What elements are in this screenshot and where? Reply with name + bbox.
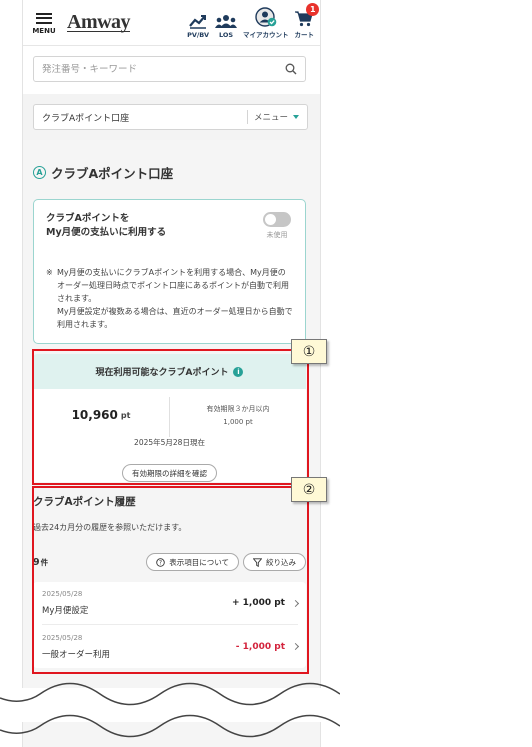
club-a-icon: A: [33, 165, 46, 179]
page-title: A クラブAポイント口座: [33, 140, 306, 188]
submenu-title: クラブAポイント口座: [42, 113, 130, 124]
history-list: 2025/05/28 My月便設定 + 1,000 pt 2025/05/28 …: [33, 582, 306, 668]
display-items-label: 表示項目について: [169, 557, 229, 567]
expiry-label: 有効期限３か月以内: [206, 405, 270, 413]
toggle-knob: [265, 214, 276, 225]
search-area: [23, 46, 320, 94]
payment-note: ※ My月便の支払いにクラブAポイントを利用する場合、My月便のオーダー処理日時…: [46, 266, 293, 331]
phone-screen: MENU Amway PV/BV LOS マイアカウント 1 カート 発注番号・…: [22, 0, 321, 747]
history-name: 一般オーダー利用: [42, 649, 111, 660]
filter-label: 絞り込み: [266, 557, 296, 567]
history-count-value: 9: [33, 556, 40, 568]
cart-button[interactable]: 1 カート: [294, 2, 320, 39]
points-unit: pt: [120, 410, 131, 420]
pvbv-label: PV/BV: [187, 30, 209, 39]
history-count: 9件: [33, 557, 48, 568]
monthly-payment-card: クラブAポイントを My月便の支払いに利用する 未使用 ※ My月便の支払いにク…: [33, 199, 306, 344]
submenu-bar[interactable]: クラブAポイント口座 メニュー: [33, 104, 308, 130]
account-label: マイアカウント: [243, 30, 289, 39]
info-icon[interactable]: i: [233, 366, 244, 377]
filter-icon: [253, 557, 262, 567]
toggle-switch[interactable]: [263, 212, 291, 227]
toggle-status: 未使用: [266, 231, 288, 239]
cart-count-badge: 1: [306, 2, 320, 16]
submenu-dropdown[interactable]: メニュー: [254, 111, 299, 123]
available-points-value: 10,960: [71, 408, 118, 422]
los-button[interactable]: LOS: [215, 9, 237, 39]
history-amount: + 1,000 pt: [231, 598, 285, 608]
app-header: MENU Amway PV/BV LOS マイアカウント 1 カート: [23, 0, 320, 46]
monthly-payment-title-line2: My月便の支払いに利用する: [46, 227, 167, 238]
submenu-divider: [246, 110, 248, 124]
cut-wave-divider: [0, 682, 340, 738]
payment-toggle[interactable]: 未使用: [263, 212, 291, 240]
submenu-band: クラブAポイント口座 メニュー: [23, 94, 320, 140]
available-points-header: 現在利用可能なクラブAポイント i: [33, 354, 306, 389]
menu-button[interactable]: MENU: [31, 10, 57, 35]
history-row[interactable]: 2025/05/28 一般オーダー利用 - 1,000 pt: [42, 625, 300, 668]
pvbv-button[interactable]: PV/BV: [187, 9, 209, 39]
page-heading: クラブAポイント口座: [51, 165, 174, 181]
header-icons: PV/BV LOS マイアカウント 1 カート: [187, 2, 320, 39]
history-count-unit: 件: [40, 557, 49, 567]
search-box: [33, 56, 306, 82]
available-points-card: 現在利用可能なクラブAポイント i 10,960 pt 有効期限３か月以内 1,…: [33, 354, 306, 482]
cart-icon: 1: [295, 2, 320, 27]
cart-label: カート: [294, 30, 315, 39]
search-icon[interactable]: [285, 60, 297, 79]
callout-1: ①: [291, 339, 327, 364]
chevron-right-icon: [291, 599, 300, 607]
history-amount: - 1,000 pt: [235, 641, 285, 652]
submenu-menu-label: メニュー: [253, 113, 288, 123]
amway-logo[interactable]: Amway: [67, 12, 131, 32]
monthly-payment-title-line1: クラブAポイントを: [46, 213, 130, 224]
filter-button[interactable]: 絞り込み: [243, 553, 306, 571]
history-row[interactable]: 2025/05/28 My月便設定 + 1,000 pt: [42, 582, 300, 625]
monthly-payment-title: クラブAポイントを My月便の支払いに利用する: [46, 212, 166, 240]
history-toolbar: 9件 ? 表示項目について 絞り込み: [33, 553, 306, 571]
points-history: クラブAポイント履歴 過去24カ月分の履歴を参照いただけます。 9件 ? 表示項…: [33, 494, 306, 668]
help-icon: ?: [156, 557, 165, 567]
history-date: 2025/05/28: [42, 590, 83, 598]
history-title: クラブAポイント履歴: [33, 496, 136, 508]
points-summary: 10,960 pt 有効期限３か月以内 1,000 pt: [33, 389, 306, 441]
callout-2: ②: [291, 477, 327, 502]
display-items-button[interactable]: ? 表示項目について: [146, 553, 239, 571]
note-mark: ※: [46, 268, 53, 277]
account-button[interactable]: マイアカウント: [243, 6, 289, 39]
note-paragraph-1: My月便の支払いにクラブAポイントを利用する場合、My月便のオーダー処理日時点で…: [57, 268, 289, 303]
group-icon: [215, 9, 237, 29]
account-icon: [255, 6, 277, 27]
expiry-details-button[interactable]: 有効期限の詳細を確認: [122, 464, 217, 482]
history-name: My月便設定: [42, 606, 89, 616]
search-input[interactable]: [42, 63, 285, 75]
available-points-heading: 現在利用可能なクラブAポイント: [95, 368, 229, 378]
hamburger-icon: [36, 10, 52, 26]
history-description: 過去24カ月分の履歴を参照いただけます。: [33, 523, 187, 532]
chevron-right-icon: [291, 642, 300, 651]
chart-icon: [189, 9, 207, 29]
los-label: LOS: [218, 30, 234, 39]
main-content: A クラブAポイント口座 クラブAポイントを My月便の支払いに利用する 未使用…: [23, 140, 320, 747]
history-date: 2025/05/28: [42, 633, 83, 642]
note-paragraph-2: My月便設定が複数ある場合は、直近のオーダー処理日から自動で利用されます。: [57, 307, 293, 329]
svg-text:?: ?: [159, 559, 162, 566]
chevron-down-icon: [293, 115, 299, 119]
menu-label: MENU: [32, 27, 56, 35]
expiry-value: 1,000 pt: [223, 418, 253, 426]
